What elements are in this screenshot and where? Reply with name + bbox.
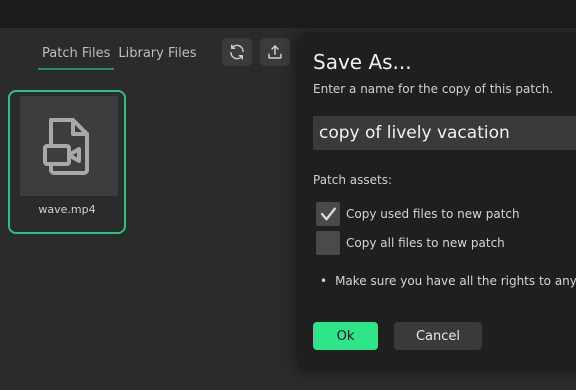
patch-assets-label: Patch assets:: [313, 173, 393, 187]
rights-note: • Make sure you have all the rights to an…: [320, 274, 576, 288]
dialog-title: Save As...: [313, 50, 412, 74]
bullet-icon: •: [320, 274, 328, 288]
dialog-subtitle: Enter a name for the copy of this patch.: [313, 82, 554, 96]
copy-used-files-checkbox[interactable]: [316, 202, 340, 226]
upload-button[interactable]: [260, 38, 290, 66]
save-as-dialog: Save As... Enter a name for the copy of …: [298, 32, 576, 372]
rights-note-text: Make sure you have all the rights to any…: [335, 274, 576, 288]
ok-button[interactable]: Ok: [313, 322, 378, 350]
upload-icon: [268, 45, 282, 59]
cancel-button[interactable]: Cancel: [394, 322, 482, 350]
patch-name-input[interactable]: [313, 116, 576, 150]
checkmark-icon: [320, 207, 336, 221]
tab-patch-files[interactable]: Patch Files: [38, 46, 115, 70]
file-card-wave[interactable]: wave.mp4: [8, 90, 126, 234]
refresh-button[interactable]: [222, 38, 252, 66]
file-thumbnail: [20, 96, 118, 196]
app-window: Patch Files Library Files wave.mp4 Save …: [0, 0, 576, 390]
tab-library-files[interactable]: Library Files: [114, 46, 200, 68]
copy-all-files-checkbox[interactable]: [316, 231, 340, 255]
file-tabs: Patch Files Library Files: [38, 46, 201, 70]
copy-all-files-label: Copy all files to new patch: [346, 236, 505, 250]
copy-used-files-label: Copy used files to new patch: [346, 207, 520, 221]
file-name: wave.mp4: [38, 203, 96, 216]
top-bar: [0, 0, 576, 28]
copy-all-files-option[interactable]: Copy all files to new patch: [316, 231, 505, 255]
refresh-icon: [230, 44, 244, 60]
copy-used-files-option[interactable]: Copy used files to new patch: [316, 202, 520, 226]
video-file-icon: [43, 118, 89, 175]
